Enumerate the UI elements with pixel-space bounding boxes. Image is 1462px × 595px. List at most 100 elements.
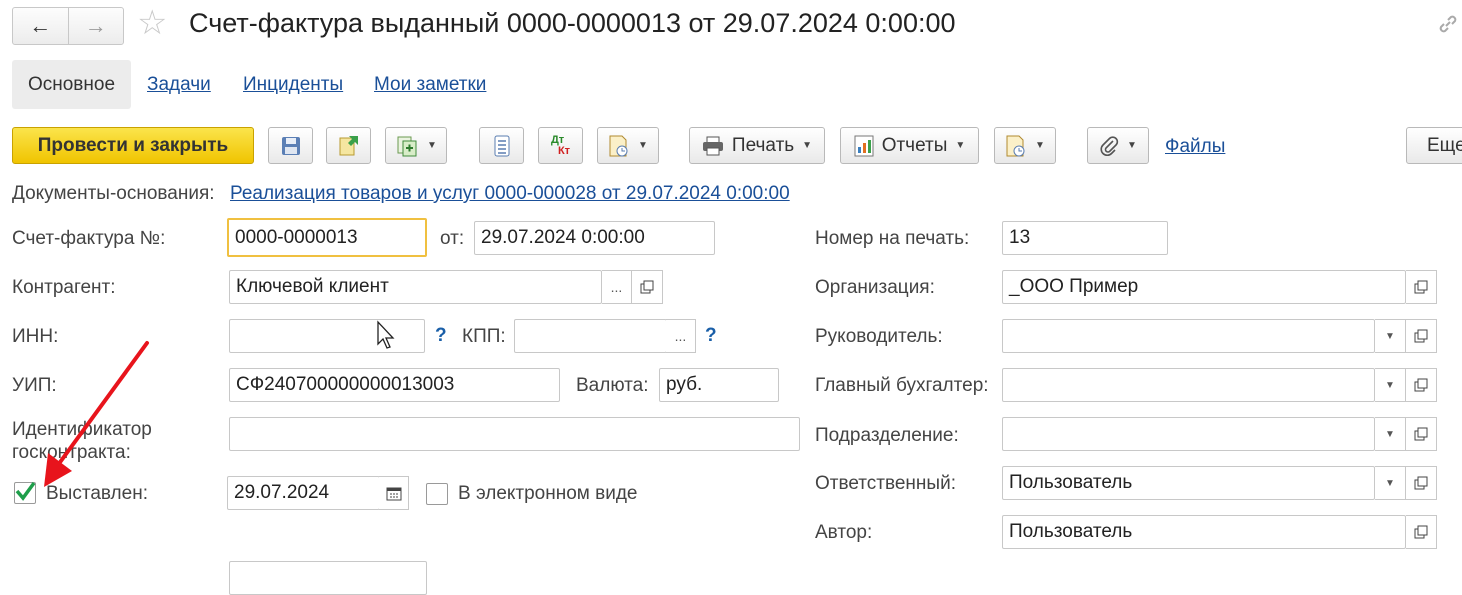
calendar-icon — [386, 487, 401, 501]
attachments-button[interactable]: ▼ — [1087, 127, 1149, 164]
dt-text: Дт — [550, 133, 565, 146]
author-open-button[interactable] — [1406, 515, 1437, 549]
responsible-dropdown-button[interactable]: ▼ — [1375, 466, 1406, 500]
division-field[interactable] — [1002, 417, 1375, 451]
dt-kt-icon: Дт Кт — [550, 133, 571, 157]
create-based-icon — [397, 136, 417, 156]
chevron-down-icon: ▼ — [955, 140, 966, 151]
division-label: Подразделение: — [815, 425, 959, 446]
print-label: Печать — [731, 134, 795, 156]
star-icon[interactable]: ☆ — [137, 6, 167, 40]
open-window-icon — [1414, 280, 1428, 294]
org-label: Организация: — [815, 277, 935, 298]
history-nav: ← → — [12, 7, 124, 45]
kpp-label: КПП: — [462, 326, 506, 347]
currency-field[interactable]: руб. — [659, 368, 779, 402]
chief-accountant-open-button[interactable] — [1406, 368, 1437, 402]
annotation-arrow-icon — [44, 341, 149, 487]
calendar-button[interactable] — [379, 476, 409, 510]
chief-accountant-field[interactable] — [1002, 368, 1375, 402]
more-button[interactable]: Еще — [1406, 127, 1462, 164]
link-icon[interactable] — [1436, 12, 1460, 43]
back-button[interactable]: ← — [13, 8, 68, 44]
from-label: от: — [440, 228, 465, 249]
counterparty-open-button[interactable] — [632, 270, 663, 304]
document-clock-icon — [609, 135, 628, 156]
tab-main[interactable]: Основное — [12, 60, 131, 109]
print-no-field[interactable]: 13 — [1002, 221, 1168, 255]
head-label: Руководитель: — [815, 326, 943, 347]
division-dropdown-button[interactable]: ▼ — [1375, 417, 1406, 451]
counterparty-select-button[interactable]: ... — [602, 270, 632, 304]
open-window-icon — [1414, 525, 1428, 539]
inn-help-icon[interactable]: ? — [435, 325, 447, 347]
open-window-icon — [640, 280, 654, 294]
electronic-checkbox[interactable] — [426, 483, 448, 505]
open-window-icon — [1414, 427, 1428, 441]
from-date-field[interactable]: 29.07.2024 0:00:00 — [474, 221, 715, 255]
division-open-button[interactable] — [1406, 417, 1437, 451]
issued-date-field[interactable]: 29.07.2024 — [227, 476, 380, 510]
responsible-field[interactable]: Пользователь — [1002, 466, 1375, 500]
window-title: Счет-фактура выданный 0000-0000013 от 29… — [189, 8, 956, 38]
post-and-close-button[interactable]: Провести и закрыть — [12, 127, 254, 164]
floppy-icon — [281, 136, 300, 155]
tab-my-notes[interactable]: Мои заметки — [374, 74, 486, 96]
print-button[interactable]: Печать ▼ — [689, 127, 825, 164]
kpp-help-icon[interactable]: ? — [705, 325, 717, 347]
chevron-down-icon: ▼ — [427, 140, 437, 151]
chevron-down-icon: ▼ — [1385, 330, 1395, 342]
counterparty-label: Контрагент: — [12, 277, 116, 298]
author-label: Автор: — [815, 522, 873, 543]
forward-button[interactable]: → — [67, 8, 124, 44]
head-field[interactable] — [1002, 319, 1375, 353]
post-button[interactable] — [326, 127, 371, 164]
org-field[interactable]: _ООО Пример — [1002, 270, 1406, 304]
chevron-down-icon: ▼ — [1385, 477, 1395, 489]
chevron-down-icon: ▼ — [1385, 428, 1395, 440]
gov-contract-field[interactable] — [229, 417, 800, 451]
print-no-label: Номер на печать: — [815, 228, 970, 249]
related-docs-button[interactable]: ▼ — [597, 127, 659, 164]
uip-field[interactable]: СФ240700000000013003 — [229, 368, 560, 402]
dt-kt-button[interactable]: Дт Кт — [538, 127, 583, 164]
chief-accountant-dropdown-button[interactable]: ▼ — [1375, 368, 1406, 402]
responsible-open-button[interactable] — [1406, 466, 1437, 500]
list-view-button[interactable] — [479, 127, 524, 164]
document-clock-icon — [1006, 135, 1025, 156]
tab-incidents[interactable]: Инциденты — [243, 74, 343, 96]
currency-label: Валюта: — [576, 375, 649, 396]
invoice-no-field[interactable]: 0000-0000013 — [227, 218, 427, 257]
kpp-field[interactable] — [514, 319, 667, 353]
chevron-down-icon: ▼ — [1035, 140, 1045, 151]
open-window-icon — [1414, 476, 1428, 490]
list-icon — [494, 135, 509, 156]
chevron-down-icon: ▼ — [1127, 140, 1137, 151]
counterparty-field[interactable]: Ключевой клиент — [229, 270, 602, 304]
reports-button[interactable]: Отчеты ▼ — [840, 127, 979, 164]
head-open-button[interactable] — [1406, 319, 1437, 353]
next-row-field[interactable] — [229, 561, 427, 595]
org-open-button[interactable] — [1406, 270, 1437, 304]
invoice-no-label: Счет-фактура №: — [12, 228, 166, 249]
arrow-left-icon: ← — [29, 13, 52, 38]
tab-tasks[interactable]: Задачи — [147, 74, 211, 96]
post-document-icon — [339, 135, 358, 155]
author-field[interactable]: Пользователь — [1002, 515, 1406, 549]
chevron-down-icon: ▼ — [802, 140, 813, 151]
report-icon — [854, 135, 874, 156]
document-events-button[interactable]: ▼ — [994, 127, 1056, 164]
base-doc-link[interactable]: Реализация товаров и услуг 0000-000028 о… — [230, 183, 790, 205]
printer-icon — [702, 136, 723, 155]
kpp-select-button[interactable]: ... — [666, 319, 696, 353]
create-based-on-button[interactable]: ▼ — [385, 127, 447, 164]
reports-label: Отчеты — [881, 134, 948, 156]
head-dropdown-button[interactable]: ▼ — [1375, 319, 1406, 353]
arrow-right-icon: → — [84, 13, 107, 38]
kt-text: Кт — [557, 144, 571, 157]
open-window-icon — [1414, 329, 1428, 343]
save-button[interactable] — [268, 127, 313, 164]
chief-accountant-label: Главный бухгалтер: — [815, 375, 989, 396]
files-link[interactable]: Файлы — [1165, 136, 1225, 158]
paperclip-icon — [1100, 135, 1119, 156]
